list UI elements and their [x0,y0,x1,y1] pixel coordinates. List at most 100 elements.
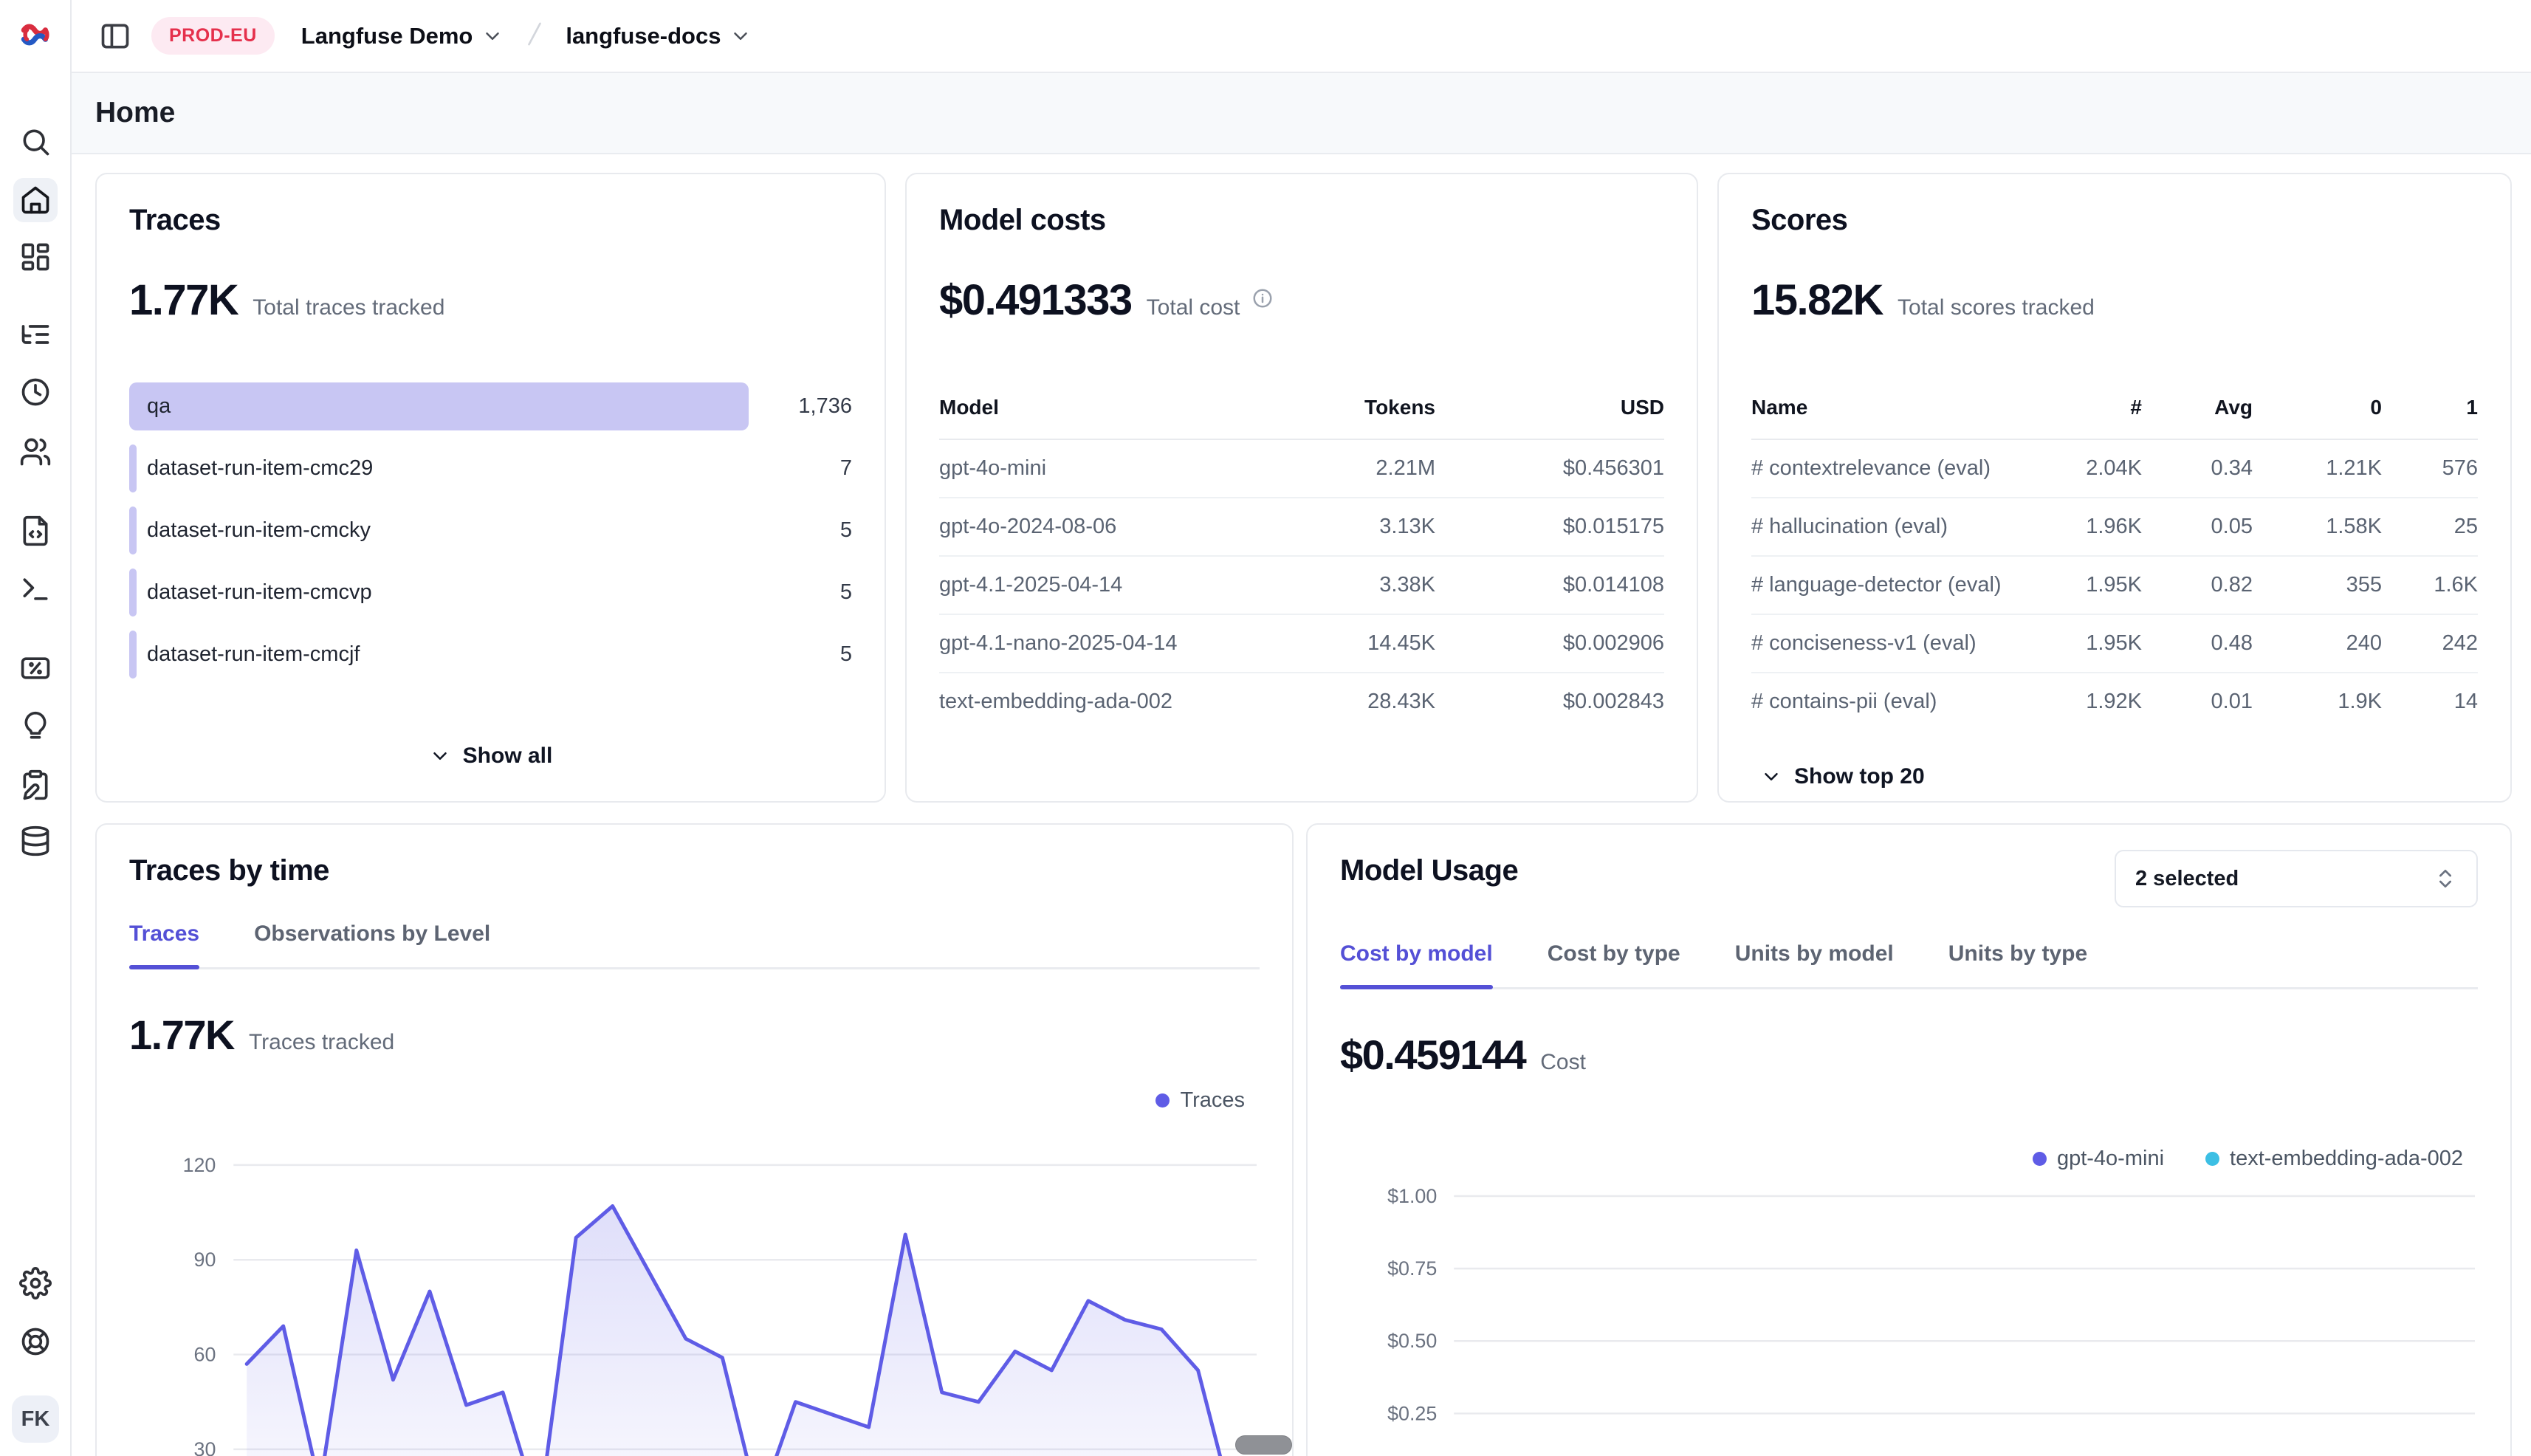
token-count: 3.13K [1229,515,1435,539]
trace-list-item[interactable]: dataset-run-item-cmcky5 [129,506,852,554]
sidebar-item-file-code[interactable] [13,509,58,553]
sidebar-item-terminal[interactable] [13,567,58,611]
legend-item-gpt-4o-mini[interactable]: gpt-4o-mini [2033,1147,2164,1171]
sidebar-item-search[interactable] [13,120,58,164]
score-one-count: 576 [2382,456,2478,481]
clock-icon [19,376,52,408]
col-avg: Avg [2142,396,2253,419]
sidebar: FK [0,0,72,1456]
sidebar-item-database[interactable] [13,819,58,863]
trace-bar-track: dataset-run-item-cmc29 [129,444,749,492]
trace-list-item[interactable]: qa1,736 [129,382,852,430]
trace-bar-track: dataset-run-item-cmcjf [129,631,749,679]
col-zero: 0 [2253,396,2382,419]
database-icon [19,825,52,857]
usd-cost: $0.015175 [1435,515,1664,539]
sidebar-item-home[interactable] [13,178,58,222]
svg-text:120: 120 [183,1154,216,1176]
score-name: # contains-pii (eval) [1751,690,2016,714]
model-cost-row: gpt-4.1-nano-2025-04-1414.45K$0.002906 [939,615,1664,673]
project-switcher[interactable]: langfuse-docs [566,23,752,49]
sidebar-toggle-button[interactable] [97,18,134,55]
model-name: gpt-4.1-2025-04-14 [939,573,1229,597]
score-zero-count: 240 [2253,631,2382,656]
traces-bar-list: qa1,736dataset-run-item-cmc297dataset-ru… [129,382,852,679]
trace-list-item[interactable]: dataset-run-item-cmcjf5 [129,631,852,679]
sidebar-item-clipboard-pen[interactable] [13,763,58,807]
svg-text:$0.25: $0.25 [1387,1402,1437,1424]
org-switcher[interactable]: Langfuse Demo [301,23,504,49]
model-cost-row: gpt-4o-mini2.21M$0.456301 [939,440,1664,498]
score-name: # conciseness-v1 (eval) [1751,631,2016,656]
score-row: # language-detector (eval)1.95K0.823551.… [1751,557,2478,615]
model-cost-row: gpt-4o-2024-08-063.13K$0.015175 [939,498,1664,557]
trace-name: dataset-run-item-cmc29 [129,444,749,492]
project-name: langfuse-docs [566,23,721,49]
trace-count: 5 [749,518,852,543]
score-zero-count: 355 [2253,573,2382,597]
trace-name: qa [129,382,749,430]
model-usage-chart[interactable]: $1.00$0.75$0.50$0.25 [1340,1178,2478,1456]
legend-item-traces[interactable]: Traces [1155,1088,1245,1113]
sidebar-item-lifebuoy[interactable] [13,1319,58,1364]
model-cost-row: text-embedding-ada-00228.43K$0.002843 [939,673,1664,730]
sidebar-item-lightbulb[interactable] [13,704,58,749]
sidebar-item-percent-square[interactable] [13,646,58,690]
svg-text:$1.00: $1.00 [1387,1185,1437,1207]
show-all-button[interactable]: Show all [129,744,852,769]
terminal-icon [19,573,52,605]
tab-cost-by-model[interactable]: Cost by model [1340,941,1493,987]
model-usage-title: Model Usage [1340,854,1518,887]
score-avg: 0.01 [2142,690,2253,714]
langfuse-logo-icon[interactable] [18,16,55,53]
model-cost-row: gpt-4.1-2025-04-143.38K$0.014108 [939,557,1664,615]
token-count: 3.38K [1229,573,1435,597]
score-name: # language-detector (eval) [1751,573,2016,597]
model-costs-title: Model costs [939,204,1664,237]
info-icon[interactable] [1251,287,1274,313]
tab-cost-by-type[interactable]: Cost by type [1548,941,1680,987]
environment-badge[interactable]: PROD-EU [151,17,275,55]
token-count: 28.43K [1229,690,1435,714]
traces-by-time-title: Traces by time [129,854,1260,887]
scores-card: Scores 15.82K Total scores tracked Name … [1717,173,2512,803]
sidebar-item-gear[interactable] [13,1261,58,1305]
usd-cost: $0.014108 [1435,573,1664,597]
tab-observations-by-level[interactable]: Observations by Level [254,921,490,967]
horizontal-scrollbar-thumb[interactable] [1235,1435,1292,1455]
sidebar-item-clock[interactable] [13,370,58,414]
col-count: # [2016,396,2142,419]
chevron-down-icon [729,25,752,47]
score-zero-count: 1.58K [2253,515,2382,539]
sidebar-item-list-tree[interactable] [13,312,58,357]
score-count: 2.04K [2016,456,2142,481]
trace-list-item[interactable]: dataset-run-item-cmc297 [129,444,852,492]
scores-header: Name # Avg 0 1 [1751,396,2478,440]
traces-by-time-chart[interactable]: 120906030 [129,1120,1260,1456]
show-top-20-button[interactable]: Show top 20 [1751,764,2478,789]
trace-list-item[interactable]: dataset-run-item-cmcvp5 [129,569,852,617]
score-zero-count: 1.9K [2253,690,2382,714]
model-select-dropdown[interactable]: 2 selected [2115,850,2478,907]
scores-title: Scores [1751,204,2478,237]
score-one-count: 25 [2382,515,2478,539]
token-count: 14.45K [1229,631,1435,656]
col-one: 1 [2382,396,2478,419]
sidebar-item-dashboard-grid[interactable] [13,235,58,279]
tab-units-by-type[interactable]: Units by type [1948,941,2087,987]
traces-tracked-label: Traces tracked [249,1030,394,1055]
tab-units-by-model[interactable]: Units by model [1735,941,1894,987]
search-icon [19,126,52,158]
legend-label: text-embedding-ada-002 [2230,1147,2463,1171]
user-avatar[interactable]: FK [12,1395,59,1443]
usd-cost: $0.456301 [1435,456,1664,481]
sidebar-item-users[interactable] [13,430,58,474]
tab-traces[interactable]: Traces [129,921,199,967]
token-count: 2.21M [1229,456,1435,481]
traces-chart-legend: Traces [129,1088,1260,1113]
chevrons-up-down-icon [2434,867,2457,890]
legend-item-text-embedding-ada-002[interactable]: text-embedding-ada-002 [2205,1147,2463,1171]
scores-rows: # contextrelevance (eval)2.04K0.341.21K5… [1751,440,2478,730]
file-code-icon [19,515,52,547]
model-usage-tabs: Cost by model Cost by type Units by mode… [1340,941,2478,989]
